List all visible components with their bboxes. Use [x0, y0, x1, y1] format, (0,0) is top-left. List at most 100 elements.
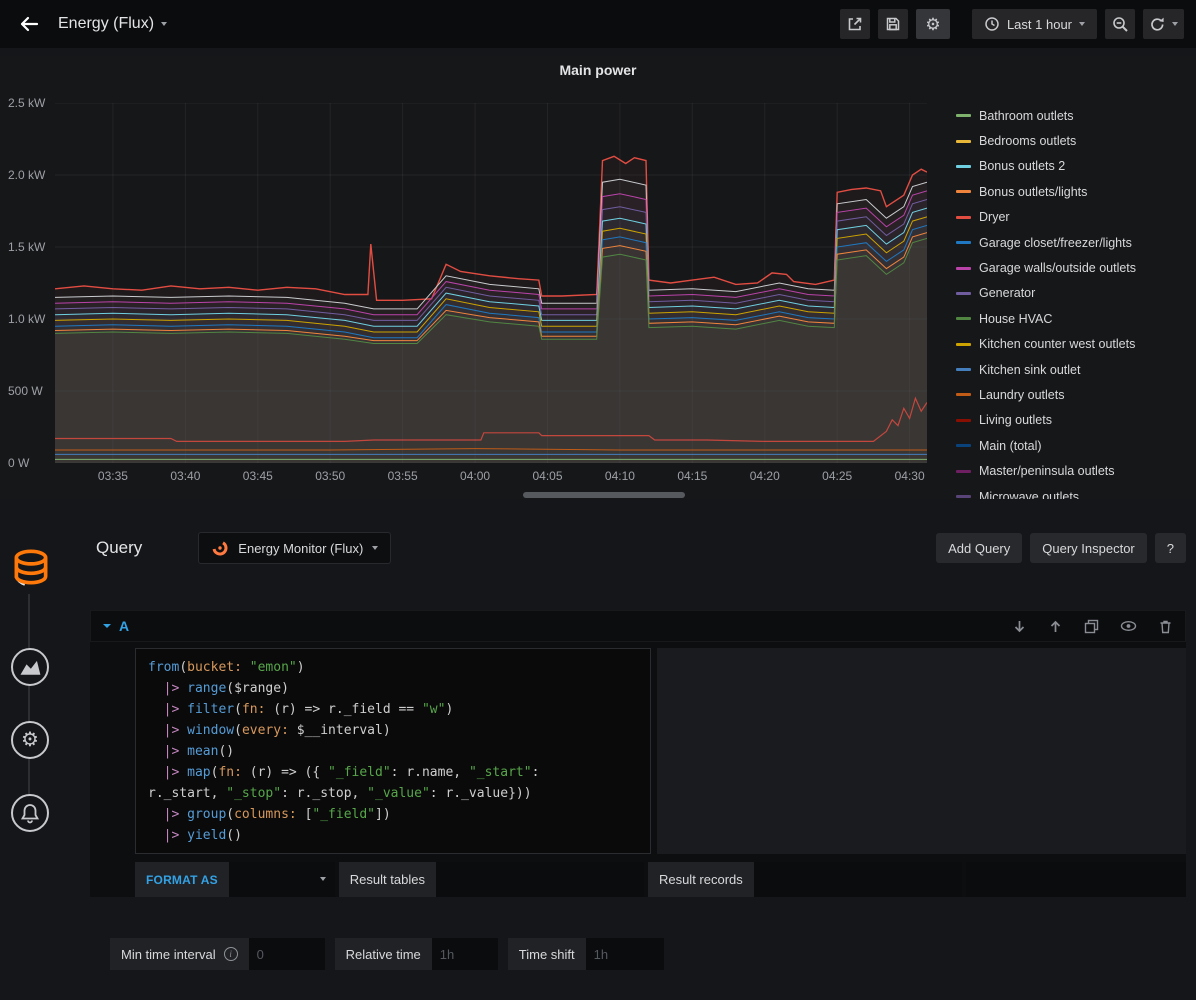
- legend-label[interactable]: Laundry outlets: [979, 388, 1064, 402]
- legend-color-dash[interactable]: [956, 216, 971, 219]
- legend-label[interactable]: Garage walls/outside outlets: [979, 261, 1136, 275]
- y-tick-label: 2.5 kW: [8, 96, 45, 110]
- legend-color-dash[interactable]: [956, 343, 971, 346]
- legend-item[interactable]: Bathroom outlets: [948, 103, 1196, 128]
- relative-time-input[interactable]: [432, 938, 498, 970]
- result-records-input[interactable]: [754, 862, 962, 897]
- bell-icon: [19, 802, 41, 824]
- add-query-button[interactable]: Add Query: [936, 533, 1022, 563]
- legend-color-dash[interactable]: [956, 393, 971, 396]
- legend-label[interactable]: Bathroom outlets: [979, 109, 1074, 123]
- legend-color-dash[interactable]: [956, 292, 971, 295]
- legend-color-dash[interactable]: [956, 267, 971, 270]
- legend-item[interactable]: Bedrooms outlets: [948, 128, 1196, 153]
- move-up-button[interactable]: [1048, 619, 1063, 634]
- legend-item[interactable]: Garage walls/outside outlets: [948, 255, 1196, 280]
- legend-color-dash[interactable]: [956, 241, 971, 244]
- chevron-down-icon: [161, 22, 167, 26]
- tab-alert[interactable]: [11, 794, 49, 832]
- legend-label[interactable]: Main (total): [979, 439, 1042, 453]
- query-inspector-button[interactable]: Query Inspector: [1030, 533, 1147, 563]
- delete-query-button[interactable]: [1158, 619, 1173, 634]
- legend-item[interactable]: Bonus outlets 2: [948, 154, 1196, 179]
- gear-icon: ⚙: [925, 16, 940, 33]
- y-tick-label: 0 W: [8, 456, 29, 470]
- legend-label[interactable]: Bonus outlets/lights: [979, 185, 1087, 199]
- toggle-visibility-button[interactable]: [1120, 619, 1137, 633]
- legend-label[interactable]: Master/peninsula outlets: [979, 464, 1115, 478]
- horizontal-scrollbar[interactable]: [523, 492, 685, 498]
- legend-color-dash[interactable]: [956, 165, 971, 168]
- legend-item[interactable]: Generator: [948, 281, 1196, 306]
- legend-item[interactable]: Kitchen sink outlet: [948, 357, 1196, 382]
- query-editor-empty-pane: [657, 648, 1186, 854]
- chevron-down-icon: [372, 546, 378, 550]
- min-time-interval-input[interactable]: [249, 938, 325, 970]
- legend-label[interactable]: Microwave outlets: [979, 490, 1079, 499]
- top-navbar: Energy (Flux) ⚙: [0, 0, 1196, 48]
- help-button[interactable]: ?: [1155, 533, 1186, 563]
- queries-db-icon: [8, 544, 54, 590]
- legend-label[interactable]: Dryer: [979, 210, 1010, 224]
- legend-item[interactable]: Laundry outlets: [948, 382, 1196, 407]
- code-line: |> group(columns: ["_field"]): [148, 804, 638, 825]
- result-extra-input[interactable]: [966, 862, 1186, 897]
- legend-color-dash[interactable]: [956, 495, 971, 498]
- legend-label[interactable]: Living outlets: [979, 413, 1052, 427]
- legend-label[interactable]: Bonus outlets 2: [979, 159, 1065, 173]
- back-button[interactable]: [12, 7, 46, 41]
- y-axis: 2.5 kW2.0 kW1.5 kW1.0 kW500 W0 W: [0, 103, 50, 463]
- save-button[interactable]: [878, 9, 908, 39]
- legend-label[interactable]: Kitchen sink outlet: [979, 363, 1080, 377]
- chart-canvas[interactable]: [55, 103, 927, 463]
- time-picker-button[interactable]: Last 1 hour: [972, 9, 1097, 39]
- legend-item[interactable]: Kitchen counter west outlets: [948, 332, 1196, 357]
- legend-label[interactable]: House HVAC: [979, 312, 1052, 326]
- legend-color-dash[interactable]: [956, 140, 971, 143]
- flux-query-editor[interactable]: from(bucket: "emon") |> range($range) |>…: [135, 648, 651, 854]
- refresh-interval-chevron-icon[interactable]: [1172, 22, 1178, 26]
- legend-color-dash[interactable]: [956, 114, 971, 117]
- time-shift-input[interactable]: [586, 938, 664, 970]
- legend-item[interactable]: Main (total): [948, 433, 1196, 458]
- legend-item[interactable]: Master/peninsula outlets: [948, 458, 1196, 483]
- help-label: ?: [1167, 541, 1174, 556]
- legend-label[interactable]: Kitchen counter west outlets: [979, 337, 1135, 351]
- legend-item[interactable]: Microwave outlets: [948, 484, 1196, 499]
- result-tables-input[interactable]: [436, 862, 644, 897]
- legend-color-dash[interactable]: [956, 419, 971, 422]
- settings-button[interactable]: ⚙: [916, 9, 950, 39]
- collapse-chevron-icon[interactable]: [103, 624, 111, 628]
- legend-item[interactable]: Dryer: [948, 205, 1196, 230]
- legend-item[interactable]: Bonus outlets/lights: [948, 179, 1196, 204]
- query-ref-id[interactable]: A: [119, 618, 129, 634]
- legend-label[interactable]: Generator: [979, 286, 1035, 300]
- share-button[interactable]: [840, 9, 870, 39]
- zoom-out-button[interactable]: [1105, 9, 1135, 39]
- time-shift-label: Time shift: [508, 938, 586, 970]
- min-time-interval-text: Min time interval: [121, 947, 216, 962]
- legend-item[interactable]: Living outlets: [948, 408, 1196, 433]
- move-down-button[interactable]: [1012, 619, 1027, 634]
- legend-color-dash[interactable]: [956, 368, 971, 371]
- legend-color-dash[interactable]: [956, 444, 971, 447]
- legend-label[interactable]: Garage closet/freezer/lights: [979, 236, 1132, 250]
- legend-item[interactable]: House HVAC: [948, 306, 1196, 331]
- refresh-button[interactable]: [1143, 9, 1184, 39]
- panel-title: Main power: [0, 62, 1196, 78]
- legend-item[interactable]: Garage closet/freezer/lights: [948, 230, 1196, 255]
- plot-area[interactable]: [55, 103, 927, 463]
- legend-color-dash[interactable]: [956, 190, 971, 193]
- dashboard-title-dropdown[interactable]: Energy (Flux): [58, 15, 167, 33]
- legend-color-dash[interactable]: [956, 470, 971, 473]
- datasource-picker[interactable]: Energy Monitor (Flux): [198, 532, 391, 564]
- legend-label[interactable]: Bedrooms outlets: [979, 134, 1076, 148]
- tab-visualization[interactable]: [11, 648, 49, 686]
- legend-color-dash[interactable]: [956, 317, 971, 320]
- tab-queries[interactable]: [5, 541, 57, 593]
- format-as-select[interactable]: [229, 862, 335, 897]
- info-icon[interactable]: i: [224, 947, 238, 961]
- duplicate-query-button[interactable]: [1084, 619, 1099, 634]
- x-axis: 03:3503:4003:4503:5003:5504:0004:0504:10…: [55, 469, 927, 489]
- tab-general[interactable]: ⚙: [11, 721, 49, 759]
